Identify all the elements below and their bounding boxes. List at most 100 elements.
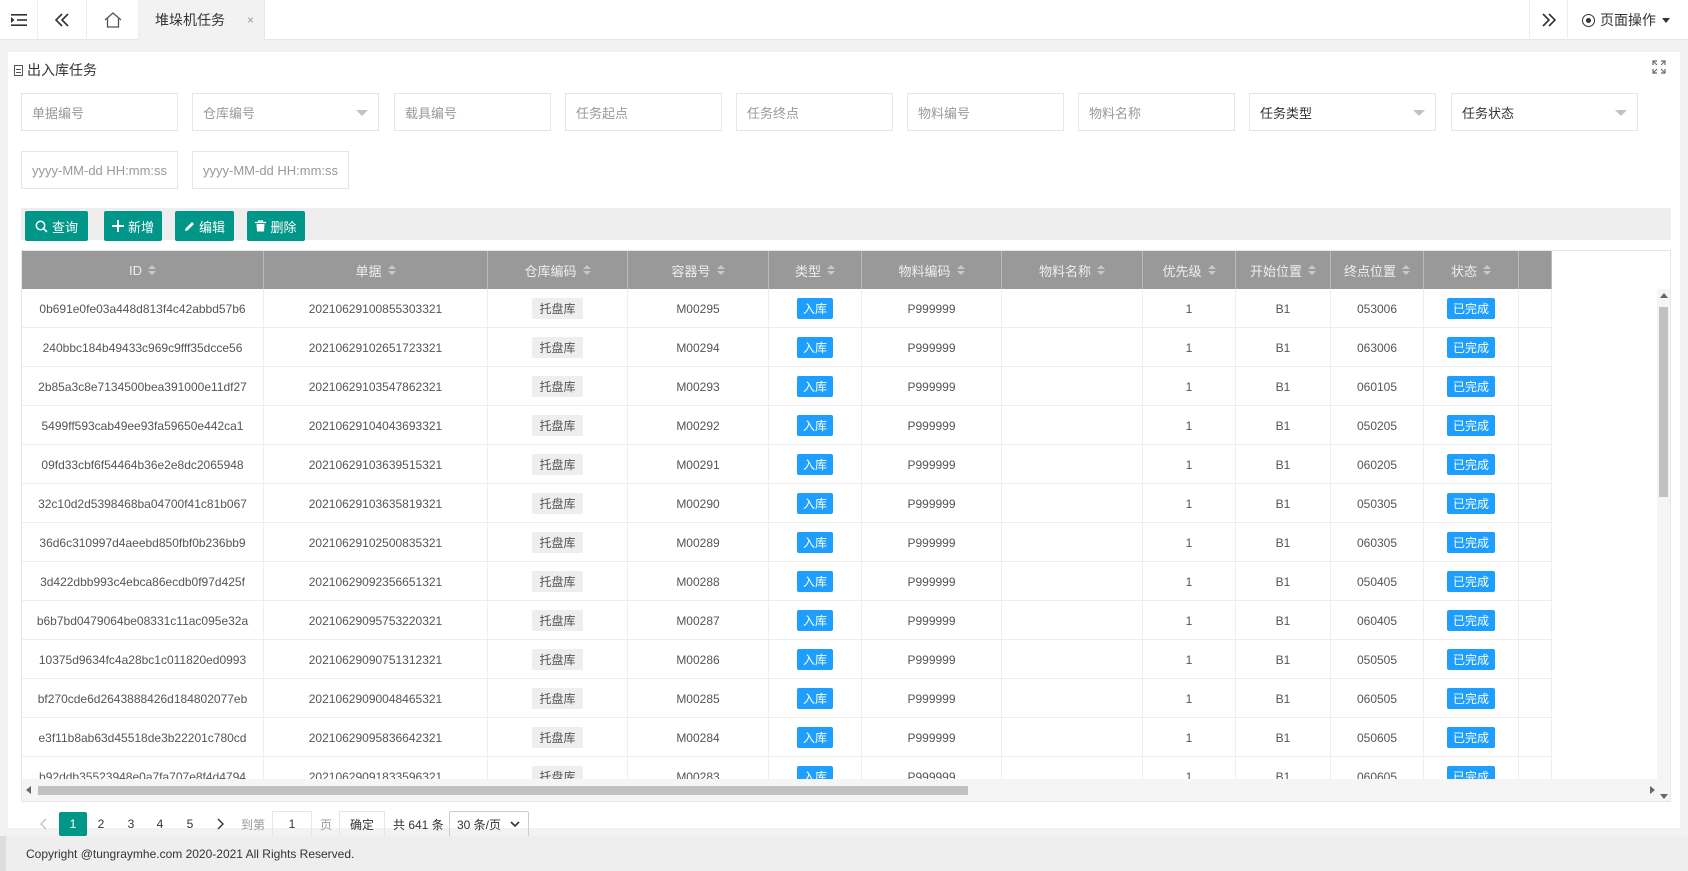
- chevron-left-icon: [40, 818, 47, 830]
- table-row[interactable]: 32c10d2d5398468ba04700f41c81b067 20210629…: [22, 484, 1552, 523]
- cell-text: P999999: [907, 301, 956, 316]
- column-header-id[interactable]: ID: [22, 251, 264, 289]
- table-row[interactable]: e3f11b8ab63d45518de3b22201c780cd 20210629…: [22, 718, 1552, 757]
- table-row[interactable]: 09fd33cbf6f54464b36e2e8dc2065948 20210629…: [22, 445, 1552, 484]
- cell-priority: 1: [1143, 328, 1236, 367]
- page-size-select[interactable]: 30 条/页: [449, 811, 529, 837]
- task-end-input[interactable]: 任务终点: [736, 93, 893, 131]
- sort-icon[interactable]: [387, 265, 396, 275]
- table-row[interactable]: 36d6c310997d4aeebd850fbf0b236bb9 20210629…: [22, 523, 1552, 562]
- scroll-right-icon[interactable]: [1650, 786, 1655, 794]
- task-type-select[interactable]: 任务类型: [1249, 93, 1436, 131]
- bill-no-input[interactable]: 单据编号: [21, 93, 178, 131]
- table-row[interactable]: 240bbc184b49433c969c9fff35dcce56 20210629…: [22, 328, 1552, 367]
- horizontal-scrollbar[interactable]: [22, 779, 1659, 801]
- start-datetime-input[interactable]: yyyy-MM-dd HH:mm:ss: [21, 151, 178, 189]
- cell-priority: 1: [1143, 484, 1236, 523]
- cell-text: B1: [1275, 418, 1291, 433]
- table-row[interactable]: 0b691e0fe03a448d813f4c42abbd57b6 20210629…: [22, 289, 1552, 328]
- tab-stacker-task[interactable]: 堆垛机任务 ×: [139, 0, 265, 40]
- sort-icon[interactable]: [1207, 265, 1216, 275]
- task-status-select[interactable]: 任务状态: [1451, 93, 1638, 131]
- column-header-priority[interactable]: 优先级: [1143, 251, 1236, 289]
- table-row[interactable]: b6b7bd0479064be08331c11ac095e32a 20210629…: [22, 601, 1552, 640]
- query-label: 查询: [51, 219, 78, 235]
- cell-text: 1: [1185, 769, 1193, 780]
- sort-icon[interactable]: [582, 265, 591, 275]
- column-header-end-position[interactable]: 终点位置: [1331, 251, 1424, 289]
- material-name-input[interactable]: 物料名称: [1078, 93, 1235, 131]
- column-header-container-no[interactable]: 容器号: [628, 251, 769, 289]
- type-badge: 入库: [796, 688, 833, 709]
- total-count: 共 641 条: [393, 817, 444, 832]
- goto-page-input[interactable]: 1: [272, 811, 312, 837]
- page-3-button[interactable]: 3: [117, 812, 145, 836]
- goto-confirm-button[interactable]: 确定: [339, 811, 385, 837]
- horizontal-scroll-thumb[interactable]: [38, 786, 968, 795]
- cell-warehouse-code: 托盘库: [488, 328, 628, 367]
- scroll-tabs-left-button[interactable]: [38, 0, 87, 40]
- column-header-warehouse-code[interactable]: 仓库编码: [488, 251, 628, 289]
- sort-icon[interactable]: [1097, 265, 1105, 275]
- carrier-no-input[interactable]: 载具编号: [394, 93, 551, 131]
- cell-text: 1: [1185, 730, 1193, 745]
- status-badge: 已完成: [1446, 766, 1495, 779]
- warehouse-badge: 托盘库: [532, 688, 583, 709]
- tab-close-icon[interactable]: ×: [247, 13, 254, 27]
- prev-page-button[interactable]: [33, 812, 53, 836]
- column-header-bill[interactable]: 单据: [264, 251, 488, 289]
- sort-icon[interactable]: [1308, 265, 1316, 275]
- scroll-up-icon[interactable]: [1660, 293, 1668, 298]
- page-2-button[interactable]: 2: [87, 812, 115, 836]
- sort-icon[interactable]: [148, 265, 156, 275]
- scroll-left-icon[interactable]: [26, 786, 31, 794]
- sort-icon[interactable]: [1402, 265, 1410, 275]
- page-1-button[interactable]: 1: [59, 812, 87, 836]
- column-header-status[interactable]: 状态: [1424, 251, 1519, 289]
- status-badge: 已完成: [1446, 649, 1495, 670]
- fullscreen-icon[interactable]: [1652, 60, 1666, 74]
- cell-material-code: P999999: [862, 679, 1002, 718]
- cell-container-no: M00285: [628, 679, 769, 718]
- scroll-tabs-right-button[interactable]: [1529, 0, 1567, 40]
- end-datetime-input[interactable]: yyyy-MM-dd HH:mm:ss: [192, 151, 349, 189]
- table-row[interactable]: 2b85a3c8e7134500bea391000e11df27 20210629…: [22, 367, 1552, 406]
- cell-text: 10375d9634fc4a28bc1c011820ed0993: [38, 652, 247, 667]
- page-5-button[interactable]: 5: [176, 812, 204, 836]
- cell-id: e3f11b8ab63d45518de3b22201c780cd: [22, 718, 264, 757]
- material-no-input[interactable]: 物料编号: [907, 93, 1064, 131]
- edit-button[interactable]: 编辑: [175, 211, 234, 241]
- column-header-material-code[interactable]: 物料编码: [862, 251, 1002, 289]
- page-operations-dropdown[interactable]: 页面操作: [1567, 0, 1688, 40]
- cell-text: 20210629103639515321: [308, 457, 443, 472]
- column-header-material-name[interactable]: 物料名称: [1002, 251, 1143, 289]
- scroll-down-icon[interactable]: [1660, 794, 1668, 799]
- task-start-input[interactable]: 任务起点: [565, 93, 722, 131]
- add-button[interactable]: 新增: [104, 211, 162, 241]
- cell-text: 36d6c310997d4aeebd850fbf0b236bb9: [39, 535, 246, 550]
- next-page-button[interactable]: [207, 812, 235, 836]
- vertical-scroll-thumb[interactable]: [1659, 307, 1668, 497]
- cell-text: 1: [1185, 379, 1193, 394]
- column-header-label: 状态: [1450, 263, 1477, 279]
- sort-icon[interactable]: [716, 265, 725, 275]
- table-row[interactable]: b92ddb35523948e0a7fa707e8f4d4794 20210629…: [22, 757, 1552, 779]
- table-row[interactable]: 10375d9634fc4a28bc1c011820ed0993 20210629…: [22, 640, 1552, 679]
- page-4-button[interactable]: 4: [146, 812, 174, 836]
- cell-status: 已完成: [1424, 757, 1519, 779]
- sort-icon[interactable]: [1483, 265, 1491, 275]
- warehouse-badge: 托盘库: [532, 571, 583, 592]
- menu-toggle-button[interactable]: [0, 0, 38, 40]
- table-row[interactable]: 3d422dbb993c4ebca86ecdb0f97d425f 20210629…: [22, 562, 1552, 601]
- table-row[interactable]: 5499ff593cab49ee93fa59650e442ca1 20210629…: [22, 406, 1552, 445]
- column-header-start-position[interactable]: 开始位置: [1236, 251, 1331, 289]
- query-button[interactable]: 查询: [25, 211, 88, 241]
- table-row[interactable]: bf270cde6d2643888426d184802077eb 20210629…: [22, 679, 1552, 718]
- sort-icon[interactable]: [827, 265, 835, 275]
- home-button[interactable]: [87, 0, 139, 40]
- vertical-scrollbar[interactable]: [1657, 289, 1670, 801]
- delete-button[interactable]: 删除: [247, 211, 305, 241]
- column-header-type[interactable]: 类型: [769, 251, 862, 289]
- warehouse-no-select[interactable]: 仓库编号: [192, 93, 379, 131]
- sort-icon[interactable]: [956, 265, 965, 275]
